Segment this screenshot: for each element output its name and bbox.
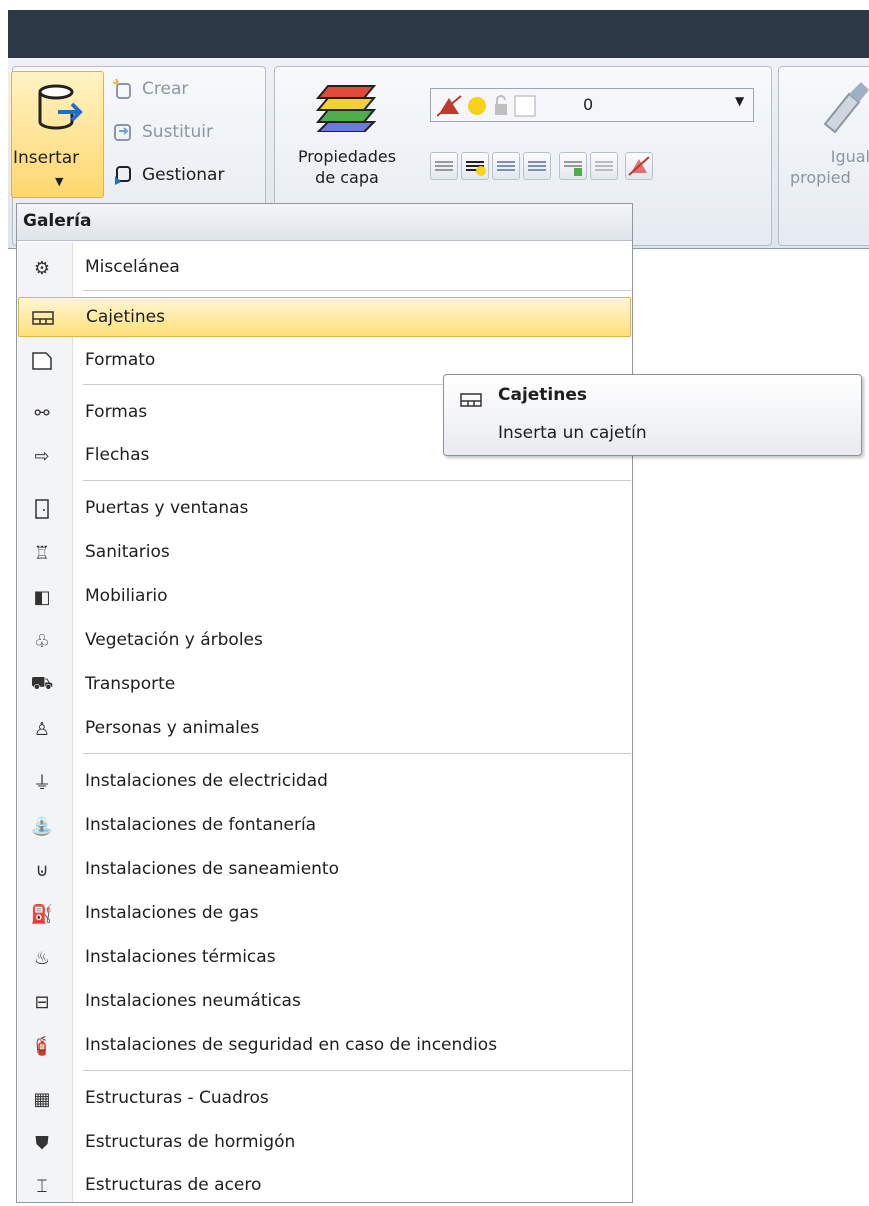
menu-separator [83, 290, 631, 291]
title-bar [8, 10, 869, 58]
pipe-icon: ⊍ [35, 859, 49, 881]
gas-icon: ⛽ [30, 903, 54, 925]
replace-block-button[interactable]: Sustituir [112, 121, 213, 143]
layer-off-icon [435, 161, 453, 171]
replace-block-label: Sustituir [142, 122, 213, 142]
menu-item-electricidad[interactable]: ⏚ Instalaciones de electricidad [18, 762, 631, 802]
layer-match-icon [497, 161, 515, 171]
title-block-icon [460, 393, 482, 407]
extinguisher-icon: 🧯 [30, 1035, 54, 1057]
menu-item-personas-animales[interactable]: ♙ Personas y animales [18, 709, 631, 749]
menu-item-fontaneria[interactable]: ⛲ Instalaciones de fontanería [18, 806, 631, 846]
plug-icon: ⏚ [33, 773, 51, 794]
furniture-icon: ◧ [33, 586, 51, 608]
replace-block-icon [114, 124, 131, 141]
heater-icon: ♨ [33, 947, 51, 969]
menu-separator [83, 753, 631, 754]
insert-label: Insertar [13, 148, 80, 168]
layer-change-icon [528, 161, 546, 171]
layer-visibility-icon [437, 95, 536, 117]
manage-blocks-label: Gestionar [142, 165, 225, 185]
title-block-icon [31, 306, 55, 330]
chevron-down-icon[interactable]: ▼ [735, 94, 744, 108]
menu-item-seguridad-incendios[interactable]: 🧯 Instalaciones de seguridad en caso de … [18, 1026, 631, 1066]
toilet-icon: ♖ [33, 542, 51, 564]
menu-item-estructuras-acero[interactable]: ⌶ Estructuras de acero [18, 1166, 631, 1206]
menu-item-puertas-ventanas[interactable]: Puertas y ventanas [18, 489, 631, 529]
menu-item-gas[interactable]: ⛽ Instalaciones de gas [18, 894, 631, 934]
layer-tool-button[interactable] [625, 152, 653, 180]
menu-item-vegetacion[interactable]: ♧ Vegetación y árboles [18, 621, 631, 661]
layer-select-value: 0 [583, 95, 594, 114]
tree-icon: ♧ [33, 630, 51, 652]
create-block-label: Crear [142, 79, 189, 99]
gallery-menu: Galería ⚙ Miscelánea Cajetines Formato ⚯… [16, 203, 633, 1203]
layer-tool-button[interactable] [461, 152, 489, 180]
sheet-icon [30, 349, 54, 373]
door-icon [30, 497, 54, 521]
insert-block-icon [38, 84, 83, 130]
car-icon: ⛟ [30, 673, 54, 694]
menu-separator [83, 480, 631, 481]
match-properties-label[interactable]: Igual propied [790, 146, 869, 188]
layer-tool-button[interactable] [430, 152, 458, 180]
tooltip-description: Inserta un cajetín [498, 423, 647, 443]
layers-icon [315, 85, 377, 132]
gallery-header-label: Galería [23, 211, 92, 231]
create-block-button[interactable]: Crear [112, 78, 188, 100]
menu-item-termicas[interactable]: ♨ Instalaciones térmicas [18, 938, 631, 978]
layer-lock-icon [564, 161, 582, 176]
menu-item-estructuras-hormigon[interactable]: ⛊ Estructuras de hormigón [18, 1123, 631, 1163]
menu-item-cajetines[interactable]: Cajetines [18, 297, 631, 337]
steel-beam-icon: ⌶ [36, 1175, 48, 1197]
tooltip-title: Cajetines [498, 385, 588, 405]
shapes-icon: ⚯ [34, 402, 50, 424]
menu-item-saneamiento[interactable]: ⊍ Instalaciones de saneamiento [18, 850, 631, 890]
compressor-icon: ⊟ [34, 991, 50, 1013]
gallery-menu-header: Galería [17, 204, 632, 241]
menu-item-mobiliario[interactable]: ◧ Mobiliario [18, 577, 631, 617]
menu-item-transporte[interactable]: ⛟ Transporte [18, 665, 631, 705]
layer-tool-button[interactable] [523, 152, 551, 180]
menu-item-estructuras-cuadros[interactable]: ▦ Estructuras - Cuadros [18, 1079, 631, 1119]
layer-tool-button[interactable] [590, 152, 618, 180]
manage-blocks-button[interactable]: Gestionar [112, 164, 224, 186]
tooltip: Cajetines Inserta un cajetín [443, 374, 862, 456]
grid-table-icon: ▦ [33, 1088, 51, 1110]
new-block-icon [112, 78, 131, 99]
tap-icon: ⛲ [30, 815, 54, 837]
layer-tool-button[interactable] [492, 152, 520, 180]
chevron-down-icon[interactable]: ▼ [55, 175, 63, 188]
menu-item-miscelanea[interactable]: ⚙ Miscelánea [18, 248, 631, 288]
manage-blocks-icon [115, 166, 131, 185]
menu-item-neumaticas[interactable]: ⊟ Instalaciones neumáticas [18, 982, 631, 1022]
layer-freeze-icon [628, 156, 650, 176]
layer-properties-label: Propiedades de capa [297, 147, 397, 187]
arrow-right-icon: ⇨ [34, 445, 50, 467]
layer-isolate-icon [466, 161, 486, 176]
menu-item-sanitarios[interactable]: ♖ Sanitarios [18, 533, 631, 573]
concrete-icon: ⛊ [35, 1132, 49, 1154]
brush-icon [823, 82, 869, 134]
person-icon: ♙ [33, 718, 51, 740]
gear-icon: ⚙ [33, 257, 51, 279]
layer-unlock-icon [595, 161, 613, 171]
layer-tool-button[interactable] [559, 152, 587, 180]
menu-separator [83, 1070, 631, 1071]
